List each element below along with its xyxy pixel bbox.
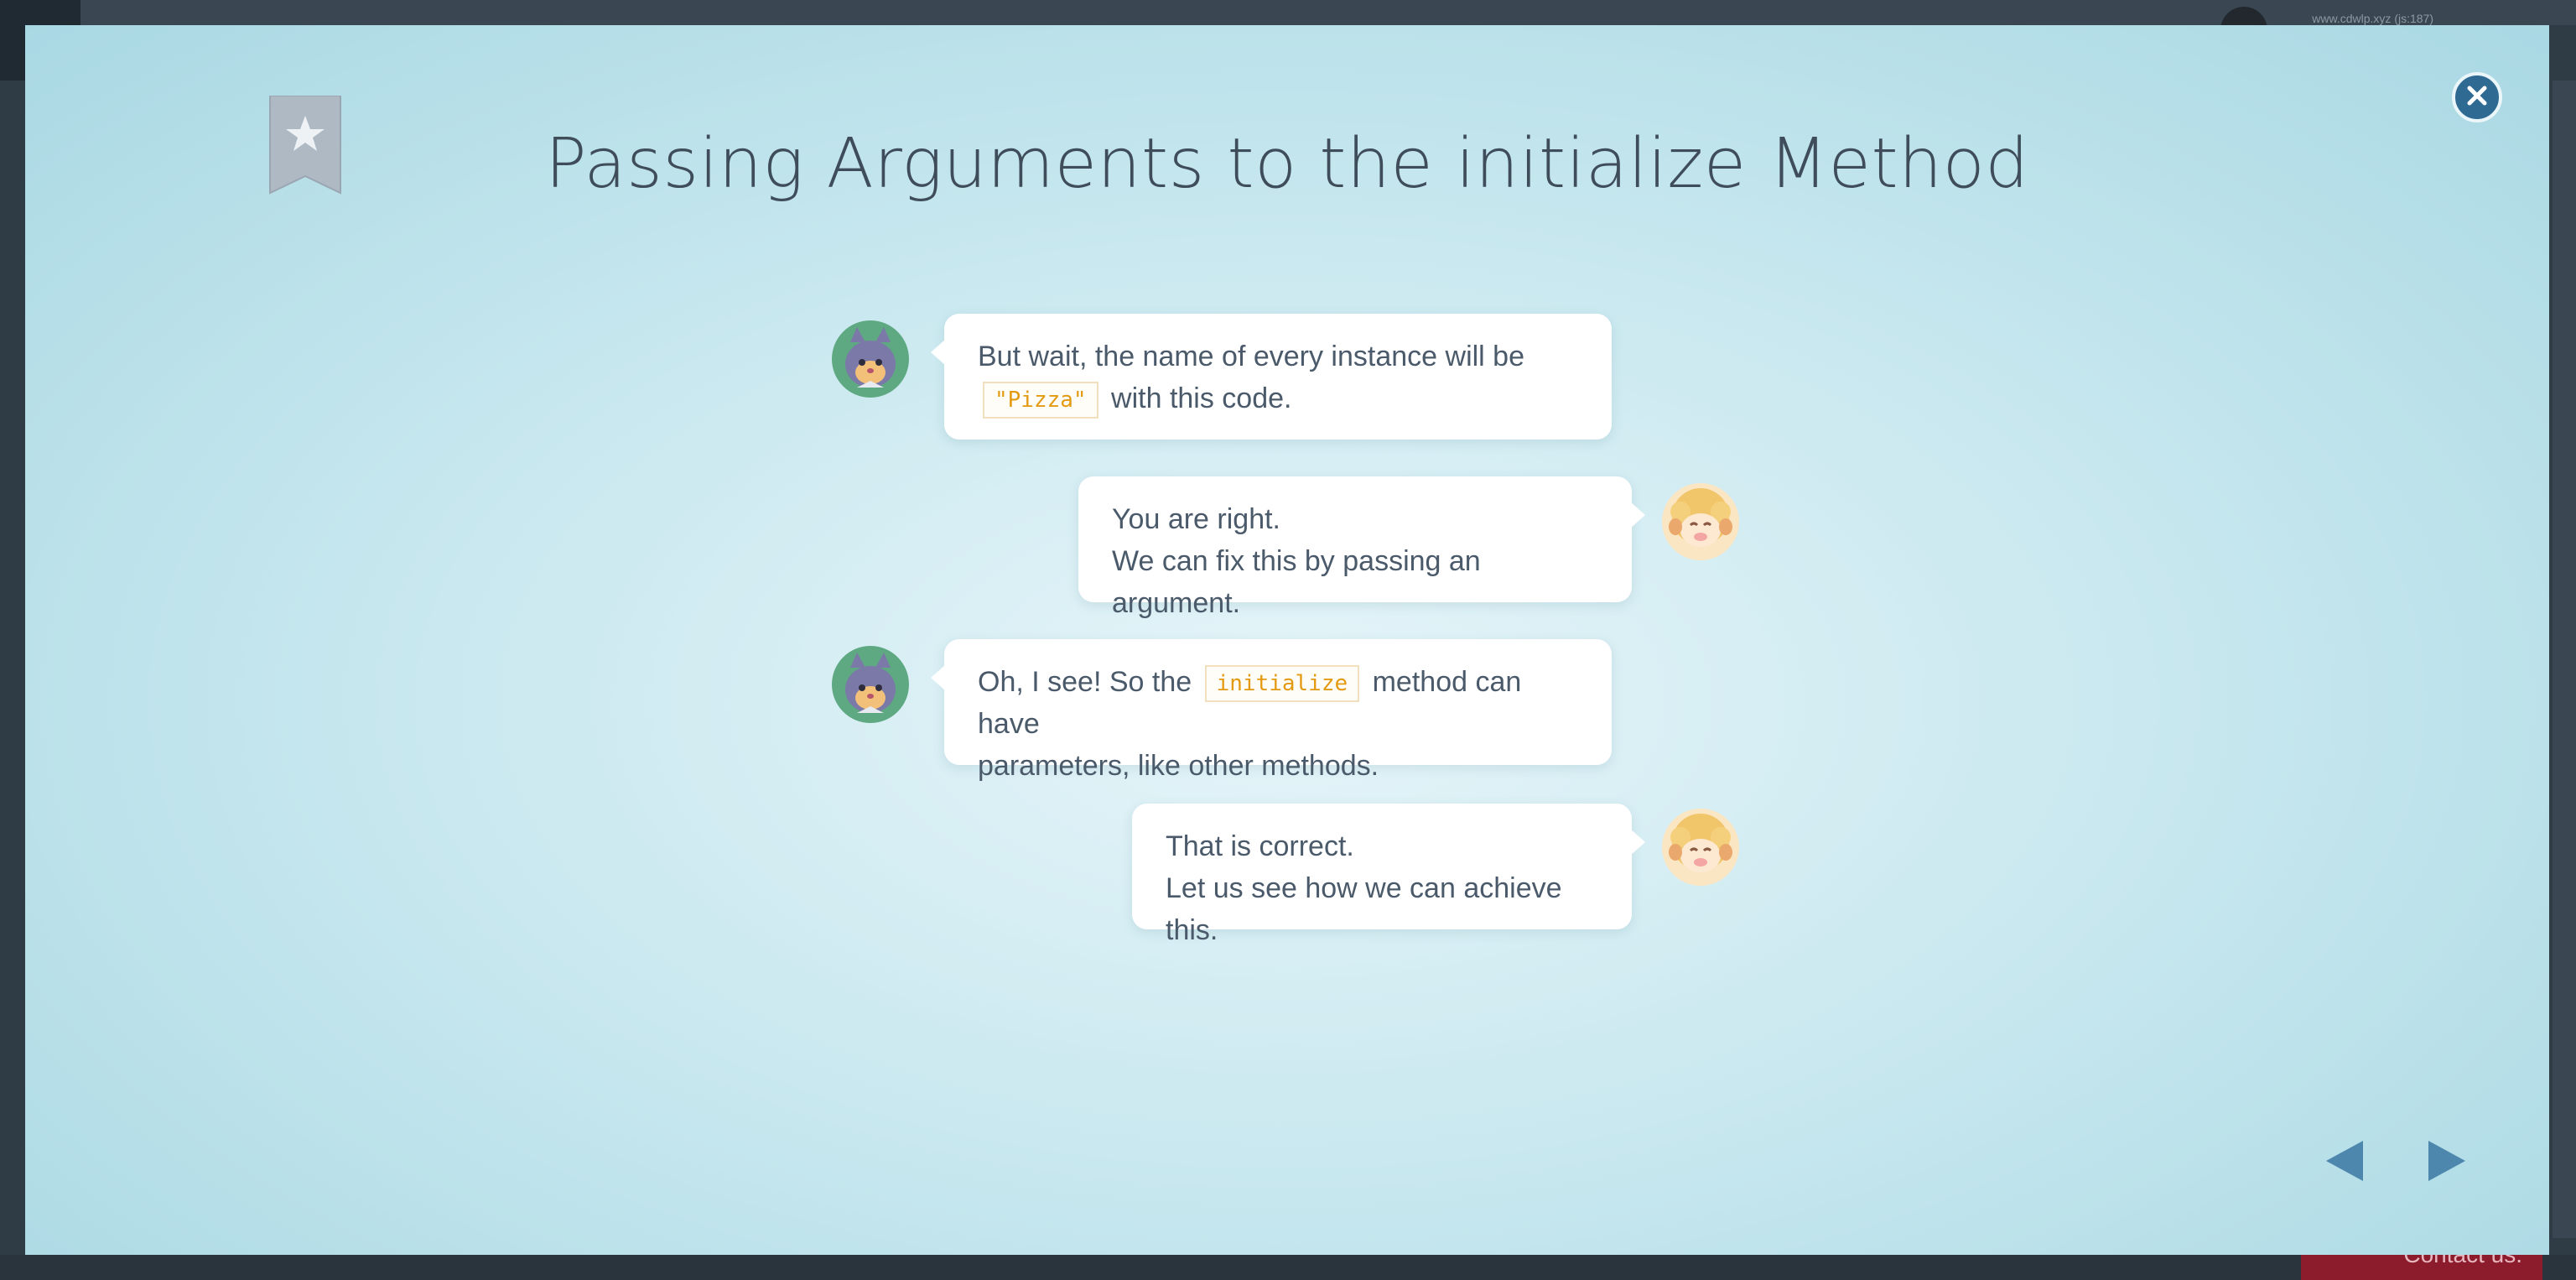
chat-text: You are right.: [1112, 503, 1280, 535]
chat-bubble-3: Oh, I see! So the initialize method can …: [931, 639, 1612, 782]
chat-text: That is correct.: [1166, 830, 1354, 862]
sheep-avatar-icon: [1662, 483, 1739, 560]
chat-bubble-1: But wait, the name of every instance wil…: [931, 314, 1612, 440]
lesson-modal: Passing Arguments to the initialize Meth…: [25, 25, 2549, 1255]
sheep-avatar-icon: [1662, 809, 1739, 886]
chat-text: Oh, I see! So the: [978, 666, 1192, 698]
triangle-left-icon: [2324, 1139, 2365, 1186]
cat-avatar-icon: [832, 320, 909, 398]
chat-bubble-4: That is correct. Let us see how we can a…: [1132, 804, 1645, 946]
chat-text: But wait, the name of every instance wil…: [978, 341, 1524, 372]
previous-button[interactable]: [2319, 1137, 2370, 1188]
triangle-right-icon: [2427, 1139, 2467, 1186]
code-snippet: initialize: [1204, 665, 1360, 703]
background-scrollbar: [2553, 81, 2576, 1238]
background-url-text: www.cdwlp.xyz (js:187): [2312, 12, 2433, 25]
chat-text: parameters, like other methods.: [978, 750, 1379, 782]
code-snippet: "Pizza": [983, 382, 1098, 419]
background-top-bar: [0, 0, 2576, 25]
next-button[interactable]: [2422, 1137, 2472, 1188]
cat-avatar-icon: [832, 646, 909, 723]
chat-bubble-2: You are right. We can fix this by passin…: [1078, 476, 1645, 619]
chat-text: with this code.: [1111, 382, 1292, 414]
conversation: But wait, the name of every instance wil…: [25, 25, 2549, 1255]
chat-text: We can fix this by passing an argument.: [1112, 545, 1481, 619]
background-bottom-bar: [0, 1255, 2576, 1280]
chat-text: Let us see how we can achieve this.: [1166, 872, 1562, 946]
